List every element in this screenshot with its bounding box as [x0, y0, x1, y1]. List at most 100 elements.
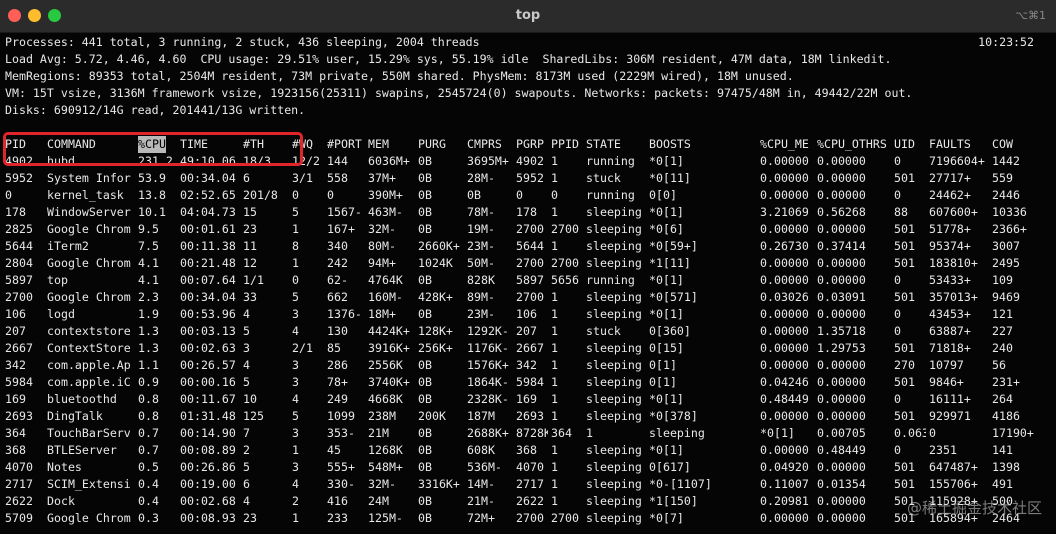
cell-th: 6 — [243, 171, 250, 185]
cell-boosts: 0[617] — [649, 460, 691, 474]
cell-command: DingTalk — [47, 409, 103, 423]
header-uid: UID — [894, 137, 915, 151]
cell-th: 11 — [243, 239, 257, 253]
load-summary: Load Avg: 5.72, 4.46, 4.60 CPU usage: 29… — [5, 52, 892, 66]
cell-ppid: 5656 — [551, 273, 579, 287]
cell-command: Notes — [47, 460, 82, 474]
cell-uid: 0 — [894, 307, 901, 321]
cell-th: 1/1 — [243, 273, 264, 287]
cell-port: 330- — [327, 477, 355, 491]
cell-pgrp: 207 — [516, 324, 537, 338]
cell-faults: 27717+ — [929, 171, 971, 185]
cell-ppid: 364 — [551, 426, 572, 440]
vm-summary: VM: 15T vsize, 3136M framework vsize, 19… — [5, 86, 913, 100]
cell-cmprs: 828K — [467, 273, 495, 287]
cell-pid: 0 — [5, 188, 12, 202]
cell-mem: 4668K — [368, 392, 403, 406]
cell-cow: 109 — [992, 273, 1013, 287]
cell-cpu-othrs: 0.00000 — [817, 273, 866, 287]
cell-th: 6 — [243, 477, 250, 491]
cell-cpu-othrs: 0.00000 — [817, 375, 866, 389]
cell-cpu-othrs: 1.35718 — [817, 324, 866, 338]
cell-cpu-othrs: 0.00000 — [817, 460, 866, 474]
cell-wq: 2/1 — [292, 341, 313, 355]
header-cmprs: CMPRS — [467, 137, 502, 151]
cell-cmprs: 14M- — [467, 477, 495, 491]
cell-mem: 4424K+ — [368, 324, 410, 338]
cell-cpu-me: 0.04246 — [760, 375, 809, 389]
terminal-content[interactable]: Processes: 441 total, 3 running, 2 stuck… — [0, 32, 1056, 534]
cell-ppid: 1 — [551, 324, 558, 338]
cell-cow: 141 — [992, 443, 1013, 457]
cell-cpu-othrs: 0.00000 — [817, 358, 866, 372]
cell-uid: 501 — [894, 171, 915, 185]
header-cpu-me: %CPU_ME — [760, 137, 809, 151]
cell-cpu-me: 0.20981 — [760, 494, 809, 508]
cell-cpu: 1.1 — [138, 358, 159, 372]
window-shortcut: ⌥⌘1 — [1015, 9, 1046, 22]
cell-uid: 0.06345 — [894, 426, 926, 440]
cell-purg: 0B — [418, 154, 432, 168]
cell-cpu: 7.5 — [138, 239, 159, 253]
cell-cow: 4186 — [992, 409, 1020, 423]
cell-command: kernel_task — [47, 188, 124, 202]
cell-time: 00:11.67 — [180, 392, 236, 406]
cell-cow: 264 — [992, 392, 1013, 406]
cell-purg: 0B — [418, 205, 432, 219]
cell-mem: 463M- — [368, 205, 403, 219]
cell-cmprs: 72M+ — [467, 511, 495, 525]
cell-time: 00:08.89 — [180, 443, 236, 457]
cell-purg: 0B — [418, 188, 432, 202]
cell-command: com.apple.iC — [47, 375, 131, 389]
cell-cmprs: 50M- — [467, 256, 495, 270]
cell-purg: 0B — [418, 171, 432, 185]
cell-cow: 17190+ — [992, 426, 1034, 440]
cell-wq: 3 — [292, 375, 299, 389]
cell-faults: 63887+ — [929, 324, 971, 338]
cell-command: WindowServer — [47, 205, 131, 219]
cell-cpu-othrs: 0.00000 — [817, 154, 866, 168]
cell-command: TouchBarServ — [47, 426, 131, 440]
cell-time: 02:52.65 — [180, 188, 236, 202]
cell-purg: 0B — [418, 443, 432, 457]
cell-purg: 1024K — [418, 256, 453, 270]
cell-pid: 2700 — [5, 290, 33, 304]
cell-state: sleeping — [586, 341, 642, 355]
cell-cpu: 4.1 — [138, 273, 159, 287]
cell-cpu-othrs: 0.00000 — [817, 171, 866, 185]
cell-uid: 501 — [894, 375, 915, 389]
cell-cpu-me: 0.26730 — [760, 239, 809, 253]
cell-cpu-othrs: 0.56268 — [817, 205, 866, 219]
cell-port: 353- — [327, 426, 355, 440]
cell-uid: 0 — [894, 324, 901, 338]
cell-cow: 121 — [992, 307, 1013, 321]
cell-mem: 390M+ — [368, 188, 403, 202]
cell-cpu: 0.7 — [138, 443, 159, 457]
cell-uid: 501 — [894, 409, 915, 423]
cell-port: 45 — [327, 443, 341, 457]
cell-time: 00:02.68 — [180, 494, 236, 508]
cell-cpu: 0.3 — [138, 511, 159, 525]
cell-time: 00:07.64 — [180, 273, 236, 287]
cell-faults: 607600+ — [929, 205, 978, 219]
cell-faults: 71818+ — [929, 341, 971, 355]
cell-purg: 0B — [418, 460, 432, 474]
cell-pid: 364 — [5, 426, 26, 440]
cell-boosts: *0[1] — [649, 392, 684, 406]
cell-state: sleeping — [586, 494, 642, 508]
cell-cpu: 4.1 — [138, 256, 159, 270]
cell-ppid: 1 — [551, 460, 558, 474]
cell-pid: 2667 — [5, 341, 33, 355]
cell-ppid: 1 — [551, 307, 558, 321]
watermark: @稀土掘金技术社区 — [906, 499, 1042, 517]
cell-faults: 647487+ — [929, 460, 978, 474]
cell-wq: 4 — [292, 324, 299, 338]
cell-time: 04:04.73 — [180, 205, 236, 219]
cell-cmprs: 0B — [467, 188, 481, 202]
cell-mem: 21M — [368, 426, 389, 440]
cell-wq: 0 — [292, 188, 299, 202]
cell-pid: 169 — [5, 392, 26, 406]
cell-pgrp: 106 — [516, 307, 537, 321]
cell-cow: 1398 — [992, 460, 1020, 474]
cell-cow: 3007 — [992, 239, 1020, 253]
